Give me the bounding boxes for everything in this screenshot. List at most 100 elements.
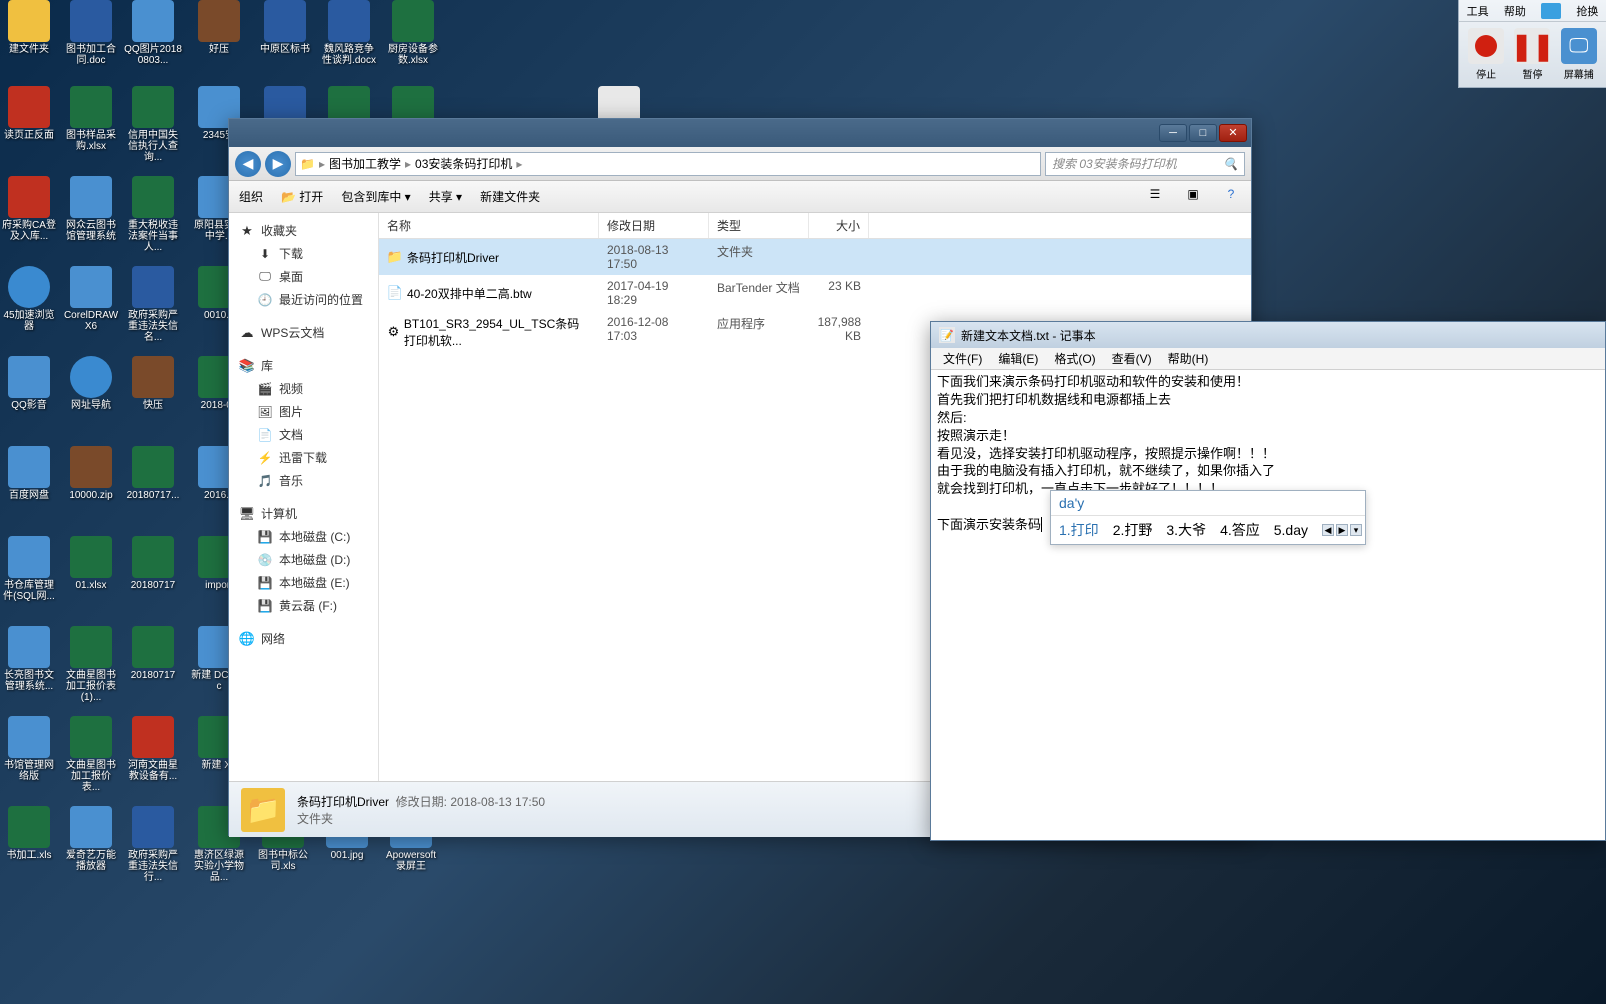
desktop-icon[interactable]: CorelDRAW X6 — [62, 266, 120, 332]
col-size[interactable]: 大小 — [809, 213, 869, 238]
desktop-icon[interactable]: 20180717 — [124, 536, 182, 591]
sidebar-videos[interactable]: 🎬视频 — [229, 377, 378, 400]
desktop-icon[interactable]: 文曲星图书加工报价表... — [62, 716, 120, 793]
newfolder-button[interactable]: 新建文件夹 — [480, 188, 540, 205]
sidebar-documents[interactable]: 📄文档 — [229, 423, 378, 446]
desktop-icon[interactable]: 长亮图书文管理系统... — [0, 626, 58, 692]
desktop-icon[interactable]: 魏风路竞争性谈判.docx — [320, 0, 378, 66]
col-type[interactable]: 类型 — [709, 213, 809, 238]
maximize-button[interactable]: □ — [1189, 124, 1217, 142]
desktop-icon[interactable]: 政府采购严重违法失信行... — [124, 806, 182, 883]
ime-cand-2[interactable]: 2.打野 — [1113, 520, 1153, 540]
desktop-icon[interactable]: QQ影音 — [0, 356, 58, 411]
col-date[interactable]: 修改日期 — [599, 213, 709, 238]
sidebar-favorites-header[interactable]: ★收藏夹 — [229, 219, 378, 242]
menu-edit[interactable]: 编辑(E) — [990, 348, 1046, 369]
desktop-icon[interactable]: 读页正反面 — [0, 86, 58, 141]
desktop-icon[interactable]: 重大税收违法案件当事人... — [124, 176, 182, 253]
ime-next-icon[interactable]: ▶ — [1336, 524, 1348, 536]
breadcrumb-1[interactable]: 03安装条码打印机 — [415, 155, 512, 172]
desktop-icon[interactable]: 建文件夹 — [0, 0, 58, 55]
share-menu[interactable]: 共享 ▾ — [429, 188, 462, 205]
sidebar-desktop[interactable]: 🖵桌面 — [229, 265, 378, 288]
ime-cand-1[interactable]: 1.打印 — [1059, 520, 1099, 540]
ime-cand-5[interactable]: 5.day — [1274, 522, 1308, 538]
recorder-switch-label[interactable]: 抢换 — [1576, 3, 1598, 19]
sidebar-thunder[interactable]: ⚡迅雷下载 — [229, 446, 378, 469]
sidebar-computer-header[interactable]: 🖥计算机 — [229, 502, 378, 525]
recorder-stop-button[interactable]: 停止 — [1468, 28, 1504, 81]
sidebar-wps[interactable]: ☁WPS云文档 — [229, 321, 378, 344]
desktop-icon[interactable]: 河南文曲星教设备有... — [124, 716, 182, 782]
sidebar-pictures[interactable]: 🖼图片 — [229, 400, 378, 423]
desktop-icon[interactable]: 01.xlsx — [62, 536, 120, 591]
notepad-titlebar[interactable]: 📝 新建文本文档.txt - 记事本 — [931, 322, 1605, 348]
desktop-icon[interactable]: 厨房设备参数.xlsx — [384, 0, 442, 66]
open-button[interactable]: 📂 打开 — [281, 188, 323, 205]
explorer-search[interactable]: 搜索 03安装条码打印机 🔍 — [1045, 152, 1245, 176]
desktop-icon[interactable]: 府采购CA登及入库... — [0, 176, 58, 242]
file-icon — [132, 176, 174, 218]
file-icon — [328, 0, 370, 42]
forward-button[interactable]: ▶ — [265, 151, 291, 177]
ime-cand-3[interactable]: 3.大爷 — [1166, 520, 1206, 540]
desktop-icon[interactable]: 20180717 — [124, 626, 182, 681]
recorder-help[interactable]: 帮助 — [1504, 3, 1526, 19]
address-bar[interactable]: 📁 ▸ 图书加工教学 ▸ 03安装条码打印机 ▸ — [295, 152, 1041, 176]
desktop-icon[interactable]: 45加速浏览器 — [0, 266, 58, 332]
ime-cand-4[interactable]: 4.答应 — [1220, 520, 1260, 540]
desktop-icon[interactable]: 10000.zip — [62, 446, 120, 501]
desktop-icon[interactable]: 书馆管理网络版 — [0, 716, 58, 782]
sidebar-drive-d[interactable]: 💿本地磁盘 (D:) — [229, 548, 378, 571]
menu-file[interactable]: 文件(F) — [935, 348, 990, 369]
file-row[interactable]: 📁条码打印机Driver2018-08-13 17:50文件夹 — [379, 239, 1251, 275]
desktop-icon[interactable]: 图书样品采购.xlsx — [62, 86, 120, 152]
icon-label: 好压 — [190, 44, 248, 55]
menu-help[interactable]: 帮助(H) — [1160, 348, 1217, 369]
back-button[interactable]: ◀ — [235, 151, 261, 177]
col-name[interactable]: 名称 — [379, 213, 599, 238]
sidebar-drive-f[interactable]: 💾黄云磊 (F:) — [229, 594, 378, 617]
close-button[interactable]: ✕ — [1219, 124, 1247, 142]
ime-expand-icon[interactable]: ▾ — [1350, 524, 1362, 536]
desktop-icon[interactable]: 好压 — [190, 0, 248, 55]
desktop-icon[interactable]: 百度网盘 — [0, 446, 58, 501]
desktop-icon[interactable]: 20180717... — [124, 446, 182, 501]
view-options-icon[interactable]: ☰ — [1145, 187, 1165, 207]
sidebar-music[interactable]: 🎵音乐 — [229, 469, 378, 492]
desktop-icon[interactable]: 书加工.xls — [0, 806, 58, 861]
desktop-icon[interactable]: QQ图片20180803... — [124, 0, 182, 66]
desktop-icon[interactable]: 爱奇艺万能播放器 — [62, 806, 120, 872]
desktop-icon[interactable]: 中原区标书 — [256, 0, 314, 55]
sidebar-downloads[interactable]: ⬇下载 — [229, 242, 378, 265]
recorder-screen-button[interactable]: 🖵屏幕捕 — [1561, 28, 1597, 81]
sidebar-network[interactable]: 🌐网络 — [229, 627, 378, 650]
breadcrumb-0[interactable]: 图书加工教学 — [329, 155, 401, 172]
help-icon[interactable]: ? — [1221, 187, 1241, 207]
desktop-icon[interactable]: 政府采购严重违法失信名... — [124, 266, 182, 343]
explorer-titlebar[interactable]: ─ □ ✕ — [229, 119, 1251, 147]
desktop-icon[interactable]: 网众云图书馆管理系统 — [62, 176, 120, 242]
preview-pane-icon[interactable]: ▣ — [1183, 187, 1203, 207]
menu-view[interactable]: 查看(V) — [1104, 348, 1160, 369]
include-menu[interactable]: 包含到库中 ▾ — [341, 188, 410, 205]
file-row[interactable]: 📄40-20双排中单二高.btw2017-04-19 18:29BarTende… — [379, 275, 1251, 311]
menu-format[interactable]: 格式(O) — [1046, 348, 1103, 369]
desktop-icon[interactable]: 书仓库管理件(SQL网... — [0, 536, 58, 602]
desktop-icon[interactable]: 网址导航 — [62, 356, 120, 411]
desktop-icon[interactable]: 文曲星图书加工报价表(1)... — [62, 626, 120, 703]
desktop-icon[interactable]: 信用中国失信执行人查询... — [124, 86, 182, 163]
sidebar-drive-c[interactable]: 💾本地磁盘 (C:) — [229, 525, 378, 548]
organize-menu[interactable]: 组织 — [239, 188, 263, 205]
recorder-pause-button[interactable]: ❚❚暂停 — [1514, 28, 1550, 81]
sidebar-recent[interactable]: 🕘最近访问的位置 — [229, 288, 378, 311]
recorder-tools[interactable]: 工具 — [1467, 3, 1489, 19]
minimize-button[interactable]: ─ — [1159, 124, 1187, 142]
sidebar-drive-e[interactable]: 💾本地磁盘 (E:) — [229, 571, 378, 594]
desktop-icon[interactable]: 快压 — [124, 356, 182, 411]
desktop-icon[interactable]: 图书加工合同.doc — [62, 0, 120, 66]
sidebar-libraries-header[interactable]: 📚库 — [229, 354, 378, 377]
notepad-content[interactable]: 下面我们来演示条码打印机驱动和软件的安装和使用！ 首先我们把打印机数据线和电源都… — [931, 370, 1605, 836]
recorder-switch-icon[interactable] — [1541, 3, 1561, 19]
ime-prev-icon[interactable]: ◀ — [1322, 524, 1334, 536]
